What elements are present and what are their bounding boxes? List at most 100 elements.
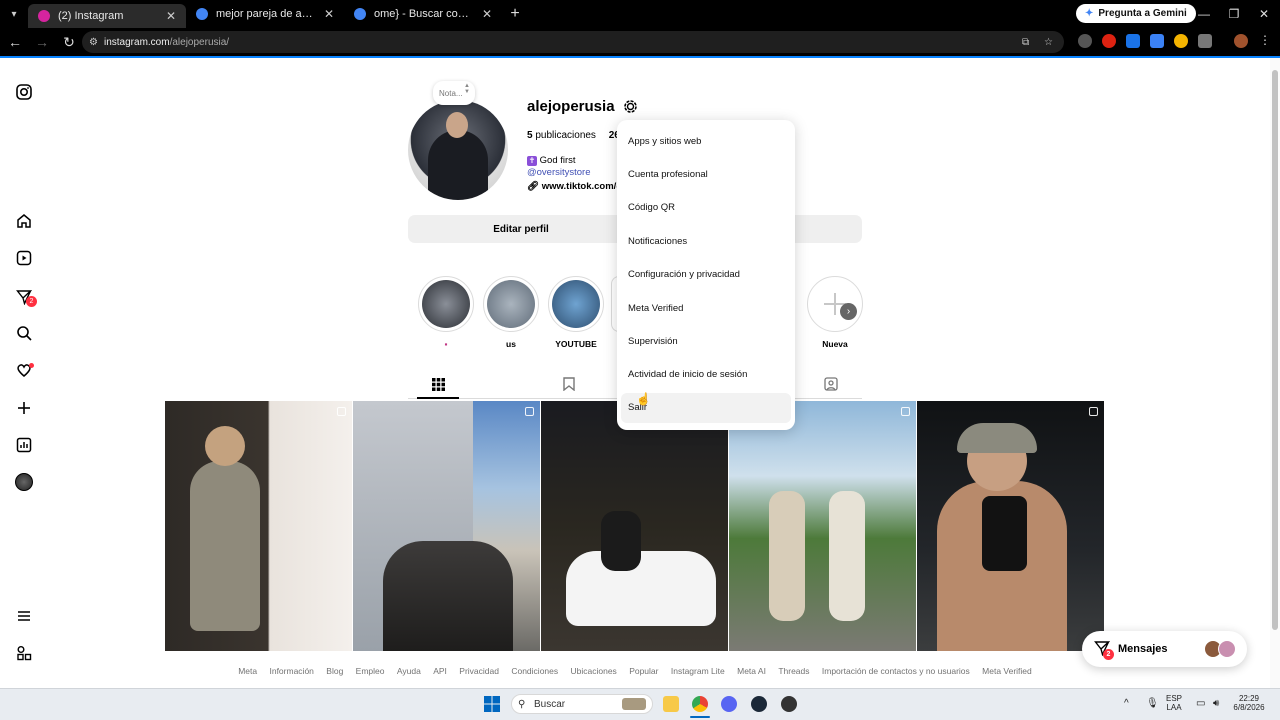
extension-icon[interactable] — [1078, 34, 1092, 48]
network-icon[interactable]: ▭ — [1196, 698, 1205, 709]
menu-item-notifications[interactable]: Notificaciones — [628, 236, 687, 247]
dashboard-icon[interactable] — [14, 435, 34, 455]
create-plus-icon[interactable] — [14, 398, 34, 418]
note-bubble[interactable]: Nota... ▲ ▼ — [433, 81, 475, 105]
post-thumbnail[interactable] — [353, 401, 540, 651]
highlight-circle[interactable] — [483, 276, 539, 332]
highlight-circle[interactable] — [418, 276, 474, 332]
menu-item-apps-websites[interactable]: Apps y sitios web — [628, 136, 701, 147]
footer-link[interactable]: Meta — [238, 666, 257, 676]
instagram-logo-icon[interactable] — [14, 82, 34, 102]
more-menu-icon[interactable] — [14, 606, 34, 626]
edit-profile-button[interactable]: Editar perfil — [408, 215, 634, 243]
translate-extension-icon[interactable] — [1150, 34, 1164, 48]
menu-item-supervision[interactable]: Supervisión — [628, 336, 678, 347]
menu-item-login-activity[interactable]: Actividad de inicio de sesión — [628, 369, 747, 380]
tray-overflow-icon[interactable]: ^ — [1124, 698, 1129, 709]
address-bar[interactable]: ⚙ instagram.com/alejoperusia/ ⧉ ☆ — [82, 31, 1064, 53]
footer-link[interactable]: Threads — [778, 666, 809, 676]
forward-button[interactable]: → — [30, 30, 54, 54]
post-thumbnail[interactable] — [541, 401, 728, 651]
tab-google-search[interactable]: ome} - Buscar con Google ✕ — [344, 0, 502, 28]
close-icon[interactable]: ✕ — [482, 7, 492, 21]
profile-username: alejoperusia — [527, 98, 615, 115]
bookmark-star-icon[interactable]: ☆ — [1044, 37, 1053, 48]
extension-icon[interactable] — [1174, 34, 1188, 48]
home-icon[interactable] — [14, 211, 34, 231]
footer-link[interactable]: Popular — [629, 666, 658, 676]
tab-instagram[interactable]: (2) Instagram ✕ — [28, 4, 186, 28]
discord-icon[interactable] — [721, 696, 737, 712]
instagram-favicon-icon — [38, 10, 50, 22]
volume-icon[interactable]: 🔊︎ — [1213, 698, 1219, 709]
footer-link[interactable]: Información — [269, 666, 313, 676]
post-thumbnail[interactable] — [917, 401, 1104, 651]
posts-grid-icon[interactable] — [431, 377, 445, 391]
restore-button[interactable]: ❐ — [1218, 0, 1250, 28]
scrollbar-thumb[interactable] — [1272, 70, 1278, 630]
install-app-icon[interactable]: ⧉ — [1022, 37, 1029, 48]
highlights-next-arrow-icon[interactable]: › — [840, 303, 857, 320]
tab-search-button[interactable]: ▾ — [0, 9, 28, 20]
close-window-button[interactable]: ✕ — [1248, 0, 1280, 28]
tagged-icon[interactable] — [824, 377, 838, 391]
footer-link[interactable]: Meta Verified — [982, 666, 1032, 676]
gemini-button[interactable]: ✦ Pregunta a Gemini — [1076, 4, 1196, 23]
footer-link[interactable]: Importación de contactos y no usuarios — [822, 666, 970, 676]
tab-youtube-search[interactable]: mejor pareja de amor de attack ✕ — [186, 0, 344, 28]
carousel-icon — [901, 407, 910, 416]
microphone-icon[interactable]: 🎙︎ — [1146, 698, 1159, 709]
url-path: /alejoperusia/ — [169, 36, 230, 48]
saved-bookmark-icon[interactable] — [562, 377, 576, 391]
profile-picture[interactable] — [408, 100, 508, 200]
new-highlight-button[interactable] — [807, 276, 863, 332]
browser-menu-icon[interactable]: ⋮ — [1259, 33, 1271, 47]
active-tab-indicator — [417, 397, 459, 399]
profile-avatar[interactable] — [14, 472, 34, 492]
bio-website-link[interactable]: 🔗︎ www.tiktok.com/@ — [527, 181, 626, 192]
footer-link[interactable]: API — [433, 666, 447, 676]
page-load-indicator — [0, 56, 1280, 58]
footer-link[interactable]: Ayuda — [397, 666, 421, 676]
new-tab-button[interactable]: + — [502, 5, 528, 23]
extension-icon[interactable] — [1126, 34, 1140, 48]
footer-link[interactable]: Condiciones — [511, 666, 558, 676]
search-icon[interactable] — [14, 323, 34, 343]
site-info-icon[interactable]: ⚙ — [89, 37, 98, 48]
menu-item-settings-privacy[interactable]: Configuración y privacidad — [628, 269, 740, 280]
reels-icon[interactable] — [14, 248, 34, 268]
minimize-button[interactable]: — — [1188, 0, 1220, 28]
footer-link[interactable]: Instagram Lite — [671, 666, 725, 676]
meta-apps-icon[interactable] — [14, 643, 34, 663]
messages-button[interactable]: 2 Mensajes — [1082, 631, 1247, 667]
post-thumbnail[interactable] — [729, 401, 916, 651]
profile-avatar-icon[interactable] — [1234, 34, 1248, 48]
footer-link[interactable]: Empleo — [356, 666, 385, 676]
app-icon[interactable] — [781, 696, 797, 712]
post-thumbnail[interactable] — [165, 401, 352, 651]
highlight-circle[interactable] — [548, 276, 604, 332]
extension-icon[interactable] — [1102, 34, 1116, 48]
bio-handle-link[interactable]: @oversitystore — [527, 167, 591, 178]
footer-link[interactable]: Blog — [326, 666, 343, 676]
footer-link[interactable]: Meta AI — [737, 666, 766, 676]
chrome-icon[interactable] — [692, 696, 708, 712]
language-indicator[interactable]: ESP LAA — [1166, 694, 1182, 712]
close-icon[interactable]: ✕ — [166, 9, 176, 23]
menu-item-meta-verified[interactable]: Meta Verified — [628, 303, 683, 314]
clock[interactable]: 22:29 6/8/2026 — [1229, 694, 1269, 712]
file-explorer-icon[interactable] — [663, 696, 679, 712]
menu-item-professional-account[interactable]: Cuenta profesional — [628, 169, 708, 180]
close-icon[interactable]: ✕ — [324, 7, 334, 21]
windows-start-icon[interactable] — [484, 696, 500, 717]
settings-gear-icon[interactable] — [622, 98, 639, 120]
footer-link[interactable]: Ubicaciones — [571, 666, 617, 676]
back-button[interactable]: ← — [3, 30, 27, 54]
extensions-puzzle-icon[interactable] — [1198, 34, 1212, 48]
tab-title: ome} - Buscar con Google — [374, 8, 474, 20]
reload-button[interactable]: ↻ — [57, 30, 81, 54]
taskbar-search-box[interactable]: ⚲ Buscar — [511, 694, 653, 714]
steam-icon[interactable] — [751, 696, 767, 712]
menu-item-qr-code[interactable]: Código QR — [628, 202, 675, 213]
footer-link[interactable]: Privacidad — [459, 666, 499, 676]
